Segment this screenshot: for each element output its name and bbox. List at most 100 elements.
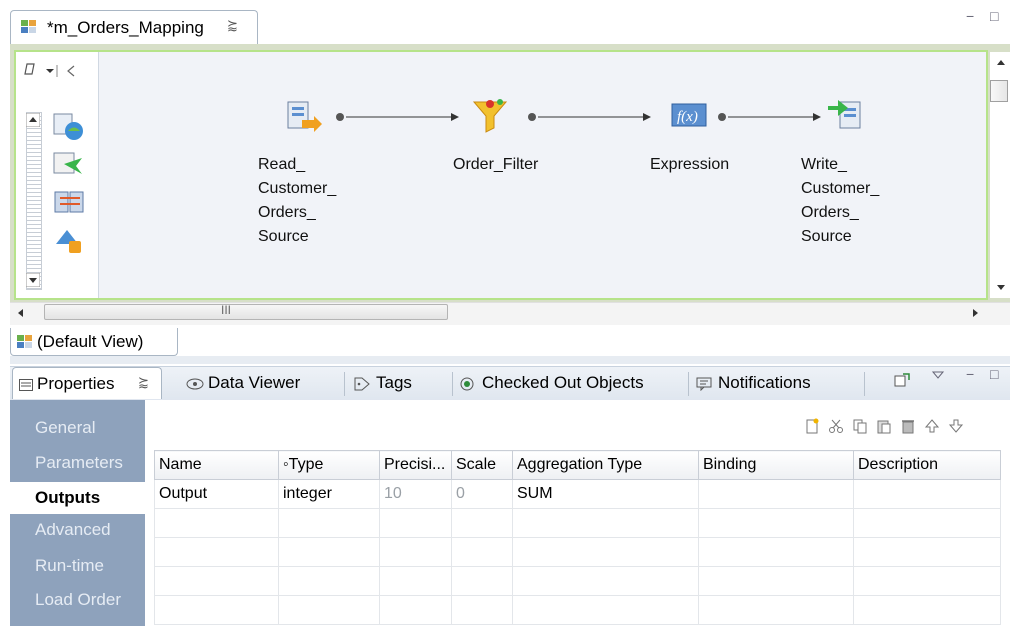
cell-name[interactable]: Output	[154, 479, 279, 509]
cell-precision[interactable]	[379, 537, 452, 567]
cut-icon[interactable]	[828, 418, 844, 434]
cell-name[interactable]	[154, 566, 279, 596]
maximize-icon[interactable]: □	[990, 8, 998, 24]
tab-data-viewer[interactable]: Data Viewer	[186, 367, 336, 399]
close-icon[interactable]: ⪸	[138, 374, 149, 390]
open-view-icon[interactable]	[894, 373, 910, 387]
cell-type[interactable]	[278, 566, 380, 596]
scroll-down-icon[interactable]	[26, 273, 40, 287]
cell-scale[interactable]	[451, 595, 513, 625]
tab-tags[interactable]: Tags	[354, 367, 444, 399]
column-header-binding[interactable]: Binding	[698, 450, 854, 480]
cell-aggregation-type[interactable]	[512, 566, 699, 596]
horizontal-scroll-thumb[interactable]: III	[44, 303, 448, 320]
tab-notifications[interactable]: Notifications	[696, 367, 866, 399]
cell-name[interactable]	[154, 508, 279, 538]
cell-precision[interactable]	[379, 566, 452, 596]
maximize-icon[interactable]: □	[990, 366, 998, 382]
expression-icon: f(x)	[671, 103, 707, 127]
cell-description[interactable]	[853, 508, 1001, 538]
table-row[interactable]	[154, 595, 1001, 625]
source-icon[interactable]	[52, 112, 86, 142]
column-header-aggregation-type[interactable]: Aggregation Type	[512, 450, 699, 480]
sidebar-item-load-order[interactable]: Load Order	[10, 584, 145, 618]
table-header-row: Name ◦Type Precisi... Scale Aggregation …	[154, 450, 1001, 480]
cell-description[interactable]	[853, 566, 1001, 596]
view-menu-icon[interactable]	[932, 370, 944, 380]
cell-binding[interactable]	[698, 566, 854, 596]
cell-aggregation-type[interactable]	[512, 595, 699, 625]
cell-description[interactable]	[853, 479, 1001, 509]
scroll-right-icon[interactable]	[968, 306, 982, 320]
cell-binding[interactable]	[698, 508, 854, 538]
cell-type[interactable]: integer	[278, 479, 380, 509]
sidebar-item-advanced[interactable]: Advanced	[10, 514, 145, 548]
table-row[interactable]	[154, 537, 1001, 567]
cell-scale[interactable]	[451, 537, 513, 567]
move-up-icon[interactable]	[924, 418, 940, 434]
cell-name[interactable]	[154, 537, 279, 567]
cell-scale[interactable]: 0	[451, 479, 513, 509]
write-target-icon	[828, 100, 861, 129]
palette-scrollbar[interactable]	[26, 112, 42, 290]
joiner-icon[interactable]	[52, 188, 86, 218]
cell-description[interactable]	[853, 537, 1001, 567]
mapping-node-write-target[interactable]	[826, 94, 866, 137]
copy-icon[interactable]	[852, 418, 868, 434]
paste-icon[interactable]	[876, 418, 892, 434]
transform-icon[interactable]	[52, 150, 86, 180]
table-row[interactable]	[154, 508, 1001, 538]
cell-binding[interactable]	[698, 479, 854, 509]
table-row[interactable]	[154, 566, 1001, 596]
cell-scale[interactable]	[451, 566, 513, 596]
tab-properties[interactable]: Properties ⪸	[12, 367, 162, 399]
palette-toggle-icon[interactable]	[22, 60, 42, 80]
cell-aggregation-type[interactable]	[512, 508, 699, 538]
move-down-icon[interactable]	[948, 418, 964, 434]
cell-binding[interactable]	[698, 537, 854, 567]
scroll-thumb[interactable]	[990, 80, 1008, 102]
scroll-up-icon[interactable]	[26, 113, 40, 127]
column-header-type[interactable]: ◦Type	[278, 450, 380, 480]
node-label-write-target: Write_ Customer_ Orders_ Source	[801, 156, 880, 245]
sidebar-item-outputs[interactable]: Outputs	[10, 481, 145, 515]
cell-aggregation-type[interactable]: SUM	[512, 479, 699, 509]
cell-type[interactable]	[278, 537, 380, 567]
scroll-down-icon[interactable]	[994, 280, 1008, 294]
cell-aggregation-type[interactable]	[512, 537, 699, 567]
table-row[interactable]: Output integer 10 0 SUM	[154, 479, 1001, 509]
cell-name[interactable]	[154, 595, 279, 625]
scroll-left-icon[interactable]	[14, 306, 28, 320]
cell-type[interactable]	[278, 508, 380, 538]
mapping-node-order-filter[interactable]	[470, 96, 510, 139]
sidebar-item-parameters[interactable]: Parameters	[10, 447, 145, 481]
sidebar-item-general[interactable]: General	[10, 412, 145, 446]
delete-icon[interactable]	[900, 418, 916, 434]
column-header-description[interactable]: Description	[853, 450, 1001, 480]
scroll-up-icon[interactable]	[994, 56, 1008, 70]
close-icon[interactable]: ⪸	[227, 17, 238, 33]
new-icon[interactable]	[804, 418, 820, 434]
mapping-node-read-source[interactable]	[284, 98, 324, 141]
cell-precision[interactable]: 10	[379, 479, 452, 509]
cell-binding[interactable]	[698, 595, 854, 625]
column-header-precision[interactable]: Precisi...	[379, 450, 452, 480]
read-source-icon	[287, 101, 322, 132]
lookup-icon[interactable]	[52, 226, 86, 256]
column-header-name[interactable]: Name	[154, 450, 279, 480]
cell-description[interactable]	[853, 595, 1001, 625]
cell-scale[interactable]	[451, 508, 513, 538]
tab-checked-out-objects[interactable]: Checked Out Objects	[460, 367, 680, 399]
minimize-icon[interactable]: −	[966, 8, 974, 24]
cell-type[interactable]	[278, 595, 380, 625]
sidebar-item-run-time[interactable]: Run-time	[10, 550, 145, 584]
editor-tab-m-orders-mapping[interactable]: *m_Orders_Mapping ⪸	[10, 10, 258, 44]
view-tab-default[interactable]: (Default View)	[10, 328, 178, 356]
chevron-down-icon[interactable]	[44, 64, 60, 78]
cell-precision[interactable]	[379, 595, 452, 625]
mapping-node-expression[interactable]: f(x)	[670, 96, 710, 139]
cell-precision[interactable]	[379, 508, 452, 538]
collapse-palette-icon[interactable]	[64, 64, 78, 78]
column-header-scale[interactable]: Scale	[451, 450, 513, 480]
minimize-icon[interactable]: −	[966, 366, 974, 382]
